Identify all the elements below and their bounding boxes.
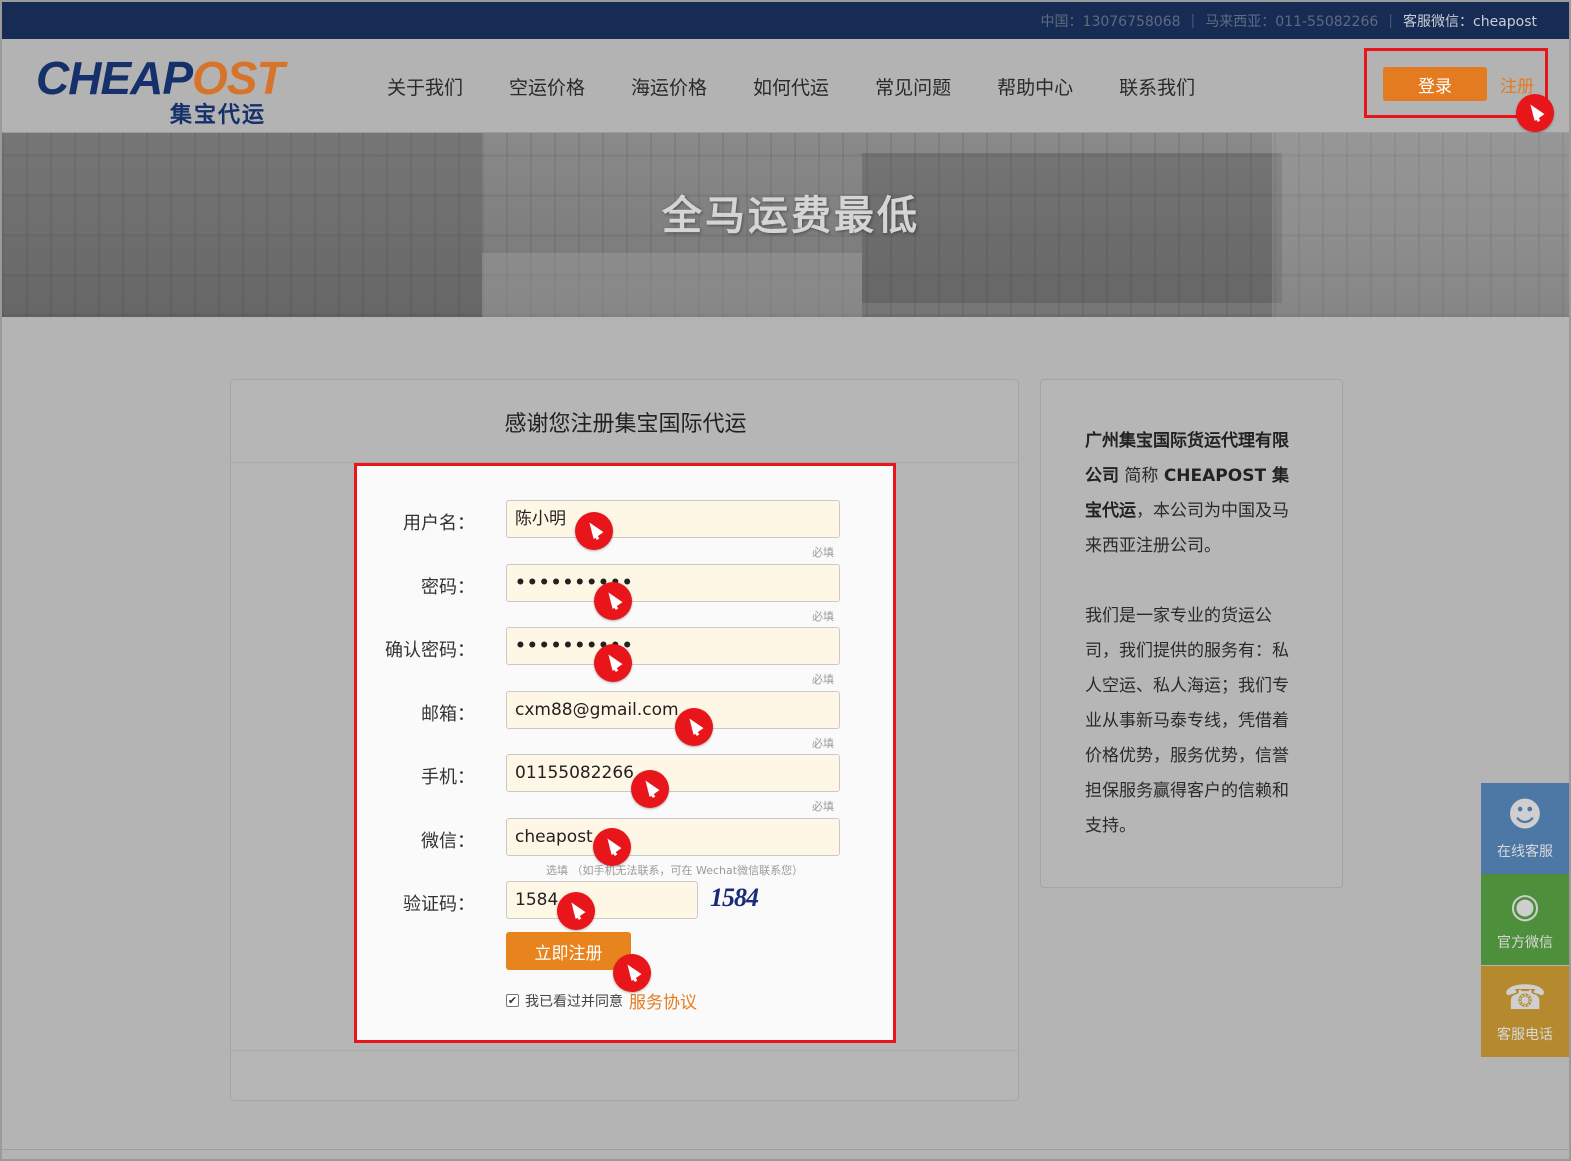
field-captcha: 验证码： 1584 1584 <box>357 881 893 921</box>
company-info-card: 广州集宝国际货运代理有限公司 简称 CHEAPOST 集宝代运，本公司为中国及马… <box>1040 379 1343 888</box>
logo-subtitle: 集宝代运 <box>170 103 267 128</box>
main-nav: 关于我们 空运价格 海运价格 如何代运 常见问题 帮助中心 联系我们 <box>364 39 1218 133</box>
nav-about[interactable]: 关于我们 <box>387 73 463 100</box>
wechat-input[interactable]: cheapost <box>506 818 840 856</box>
official-wechat-button[interactable]: ◉ 官方微信 <box>1481 874 1569 965</box>
cursor-marker-icon <box>675 708 713 746</box>
captcha-image[interactable]: 1584 <box>710 883 759 913</box>
field-hint: 必填 <box>812 673 834 686</box>
cursor-marker-icon <box>613 954 651 992</box>
captcha-input[interactable]: 1584 <box>506 881 698 919</box>
site-logo[interactable]: CHEAPOST 集宝代运 <box>36 53 296 129</box>
wechat-icon: ◉ <box>1510 886 1540 926</box>
password-input[interactable]: •••••••••• <box>506 564 840 602</box>
field-hint: 选填 （如手机无法联系，可在 Wechat微信联系您） <box>546 864 804 877</box>
field-label: 确认密码： <box>385 640 475 661</box>
field-label: 手机： <box>421 767 475 788</box>
field-phone: 手机： 01155082266 必填 <box>357 754 893 813</box>
separator: | <box>1388 12 1393 29</box>
online-service-button[interactable]: ☻ 在线客服 <box>1481 783 1569 874</box>
phone-input[interactable]: 01155082266 <box>506 754 840 792</box>
logo-wordmark: CHEAPOST <box>36 53 296 103</box>
form-title: 感谢您注册集宝国际代运 <box>504 412 747 437</box>
cursor-marker-icon <box>1516 94 1554 132</box>
field-hint: 必填 <box>812 546 834 559</box>
banner-slogan: 全马运费最低 <box>662 193 920 239</box>
banner-container-stack <box>862 153 1282 303</box>
company-intro: 我们是一家专业的货运公司，我们提供的服务有：私人空运、私人海运；我们专业从事新马… <box>1085 606 1289 836</box>
field-label: 微信： <box>421 831 475 852</box>
user-support-icon: ☻ <box>1507 795 1543 835</box>
nav-how-to[interactable]: 如何代运 <box>753 73 829 100</box>
footer-divider <box>2 1149 1569 1150</box>
hero-banner: 全马运费最低 <box>2 133 1569 317</box>
abbr-text: 简称 <box>1119 466 1164 486</box>
wechat-id: 客服微信：cheapost <box>1403 13 1537 30</box>
cursor-marker-icon <box>631 770 669 808</box>
phone-icon: ☎ <box>1503 978 1547 1018</box>
service-phone-button[interactable]: ☎ 客服电话 <box>1481 966 1569 1057</box>
top-info-bar: 中国：13076758068 | 马来西亚：011-55082266 | 客服微… <box>2 2 1569 39</box>
cursor-marker-icon <box>593 828 631 866</box>
cursor-marker-icon <box>594 644 632 682</box>
agree-text: 我已看过并同意 <box>525 993 623 1010</box>
china-phone: 中国：13076758068 <box>1040 13 1181 30</box>
banner-container-stack <box>1272 133 1569 317</box>
email-input[interactable]: cxm88@gmail.com <box>506 691 840 729</box>
banner-road <box>482 253 862 317</box>
float-label: 在线客服 <box>1497 844 1553 860</box>
register-link[interactable]: 注册 <box>1500 72 1534 97</box>
site-header: CHEAPOST 集宝代运 关于我们 空运价格 海运价格 如何代运 常见问题 帮… <box>2 39 1569 133</box>
field-label: 验证码： <box>403 894 475 915</box>
terms-link[interactable]: 服务协议 <box>629 988 697 1013</box>
nav-faq[interactable]: 常见问题 <box>875 73 951 100</box>
separator: | <box>1190 12 1196 29</box>
field-hint: 必填 <box>812 737 834 750</box>
company-info-text: 广州集宝国际货运代理有限公司 简称 CHEAPOST 集宝代运，本公司为中国及马… <box>1085 424 1301 879</box>
cursor-marker-icon <box>594 582 632 620</box>
field-hint: 必填 <box>812 610 834 623</box>
agreement-row: ✔ 我已看过并同意 服务协议 <box>506 988 697 1013</box>
submit-register-button[interactable]: 立即注册 <box>506 932 631 970</box>
field-label: 邮箱： <box>421 704 475 725</box>
field-username: 用户名： 陈小明 必填 <box>357 500 893 559</box>
field-label: 密码： <box>421 577 475 598</box>
confirm-password-input[interactable]: •••••••••• <box>506 627 840 665</box>
field-label: 用户名： <box>403 513 475 534</box>
divider <box>231 1050 1018 1051</box>
field-email: 邮箱： cxm88@gmail.com 必填 <box>357 691 893 750</box>
nav-sea-price[interactable]: 海运价格 <box>631 73 707 100</box>
banner-container-stack <box>2 133 482 317</box>
agree-checkbox[interactable]: ✔ <box>506 994 519 1007</box>
nav-contact[interactable]: 联系我们 <box>1119 73 1195 100</box>
nav-air-price[interactable]: 空运价格 <box>509 73 585 100</box>
malaysia-phone: 马来西亚：011-55082266 <box>1205 13 1379 30</box>
logo-text-a: CHEAP <box>36 52 193 104</box>
float-label: 官方微信 <box>1497 935 1553 951</box>
float-label: 客服电话 <box>1497 1027 1553 1043</box>
username-input[interactable]: 陈小明 <box>506 500 840 538</box>
login-button[interactable]: 登录 <box>1383 67 1487 101</box>
field-hint: 必填 <box>812 800 834 813</box>
nav-help[interactable]: 帮助中心 <box>997 73 1073 100</box>
cursor-marker-icon <box>557 892 595 930</box>
cursor-marker-icon <box>575 512 613 550</box>
